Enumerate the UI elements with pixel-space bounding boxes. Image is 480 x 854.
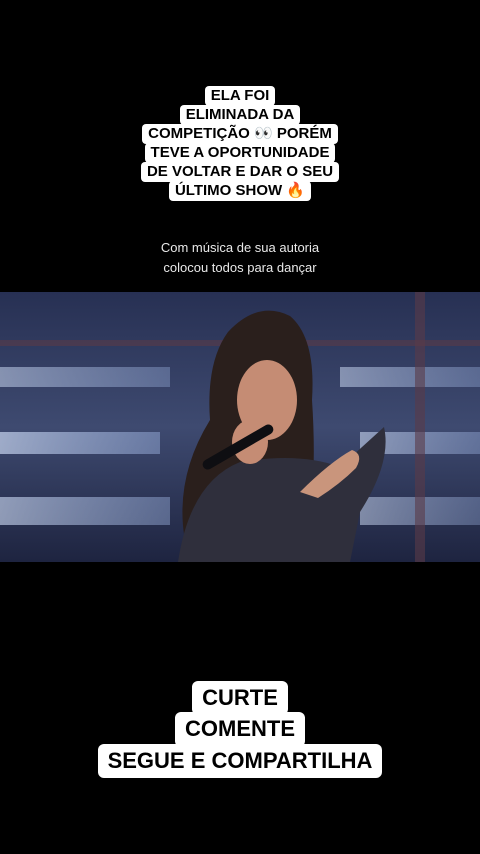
top-caption: ELA FOI ELIMINADA DA COMPETIÇÃO 👀 PORÉM … xyxy=(0,86,480,201)
top-caption-line: DE VOLTAR E DAR O SEU xyxy=(140,162,340,182)
bottom-caption-line: CURTE xyxy=(192,681,288,716)
subtitle-line: Com música de sua autoria xyxy=(160,240,320,255)
top-caption-line: ELIMINADA DA xyxy=(179,105,301,125)
top-caption-line: COMPETIÇÃO 👀 PORÉM xyxy=(142,124,338,144)
top-caption-line: ELA FOI xyxy=(204,86,276,106)
bottom-caption-line: SEGUE E COMPARTILHA xyxy=(97,743,383,779)
bottom-caption: CURTE COMENTE SEGUE E COMPARTILHA xyxy=(0,681,480,779)
subtitle-line: colocou todos para dançar xyxy=(163,260,317,275)
top-caption-line: ÚLTIMO SHOW 🔥 xyxy=(168,181,312,201)
subtitle: Com música de sua autoria colocou todos … xyxy=(0,238,480,278)
bottom-caption-line: COMENTE xyxy=(175,712,305,747)
top-caption-line: TEVE A OPORTUNIDADE xyxy=(144,143,336,163)
video-frame-singer-icon xyxy=(0,292,480,562)
video-player[interactable] xyxy=(0,292,480,562)
